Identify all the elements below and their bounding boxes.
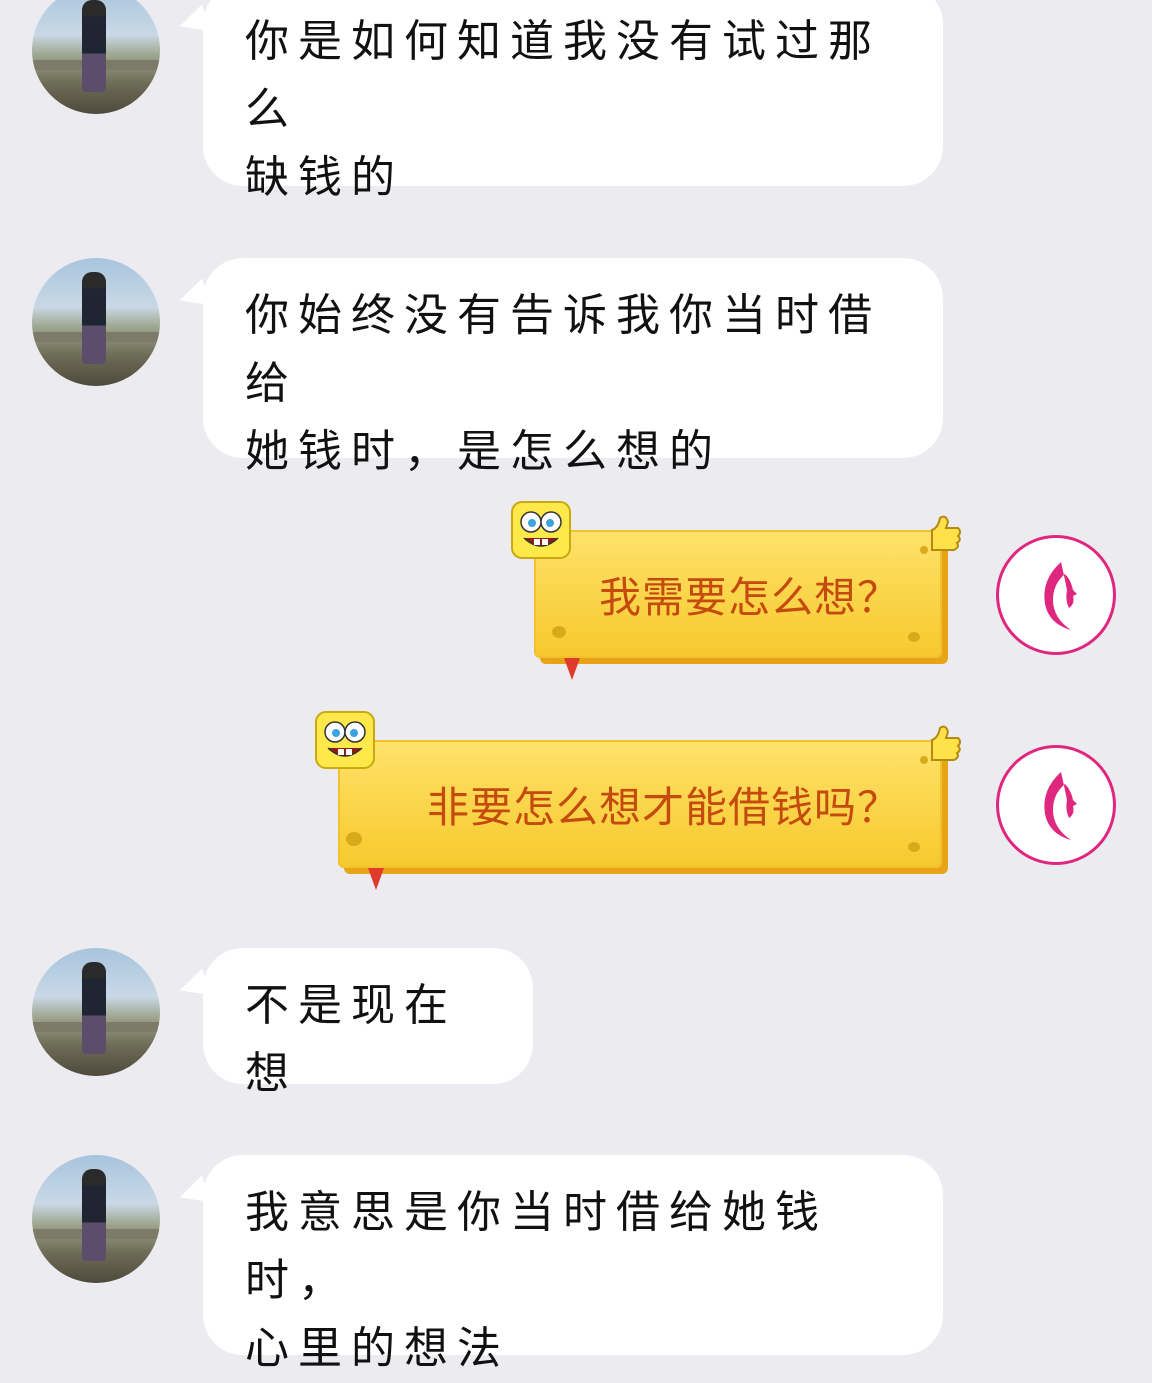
thumbs-up-icon [931, 725, 961, 761]
pink-face-logo-icon [1044, 562, 1077, 630]
sponge-hole [920, 546, 928, 554]
message-text: 心里的想法 [245, 1323, 510, 1374]
self-avatar[interactable] [996, 535, 1116, 655]
message-bubble-received[interactable]: 不是现在想 [203, 948, 533, 1099]
spongebob-face-icon [315, 711, 375, 769]
self-avatar[interactable] [996, 745, 1116, 865]
message-text: 她钱时，是怎么想的 [245, 426, 722, 477]
sponge-hole [908, 842, 920, 852]
message-bubble-received[interactable]: 你始终没有告诉我你当时借给 她钱时，是怎么想的 [203, 258, 943, 477]
sponge-hole [908, 632, 920, 642]
message-text: 你是如何知道我没有试过那么 [245, 16, 881, 135]
message-bubble-received[interactable]: 你是如何知道我没有试过那么 缺钱的 [203, 0, 943, 203]
message-text: 我意思是你当时借给她钱时， [245, 1187, 828, 1306]
contact-avatar[interactable] [32, 948, 160, 1076]
message-text: 非要怎么想才能借钱吗？ [426, 782, 900, 832]
avatar-photo-figure [82, 272, 106, 364]
thumbs-up-icon [931, 515, 961, 551]
message-text: 你始终没有告诉我你当时借给 [245, 290, 881, 409]
tie-decoration [368, 868, 384, 890]
avatar-photo-figure [82, 1169, 106, 1261]
avatar-photo-figure [82, 962, 106, 1054]
avatar-photo-figure [82, 0, 106, 92]
pink-face-logo-icon [1044, 772, 1077, 840]
sponge-hole [346, 832, 362, 846]
contact-avatar[interactable] [32, 0, 160, 114]
message-bubble-sent[interactable]: 非要怎么想才能借钱吗？ [315, 711, 961, 890]
message-text: 我需要怎么想？ [598, 572, 900, 622]
message-text: 缺钱的 [245, 152, 404, 203]
spongebob-face-icon [511, 501, 571, 559]
message-text: 不是现在想 [245, 980, 457, 1099]
message-bubble-received[interactable]: 我意思是你当时借给她钱时， 心里的想法 [203, 1155, 943, 1374]
contact-avatar[interactable] [32, 258, 160, 386]
sponge-hole [552, 626, 566, 638]
sponge-hole [920, 756, 928, 764]
message-bubble-sent[interactable]: 我需要怎么想？ [511, 501, 961, 680]
contact-avatar[interactable] [32, 1155, 160, 1283]
tie-decoration [564, 658, 580, 680]
